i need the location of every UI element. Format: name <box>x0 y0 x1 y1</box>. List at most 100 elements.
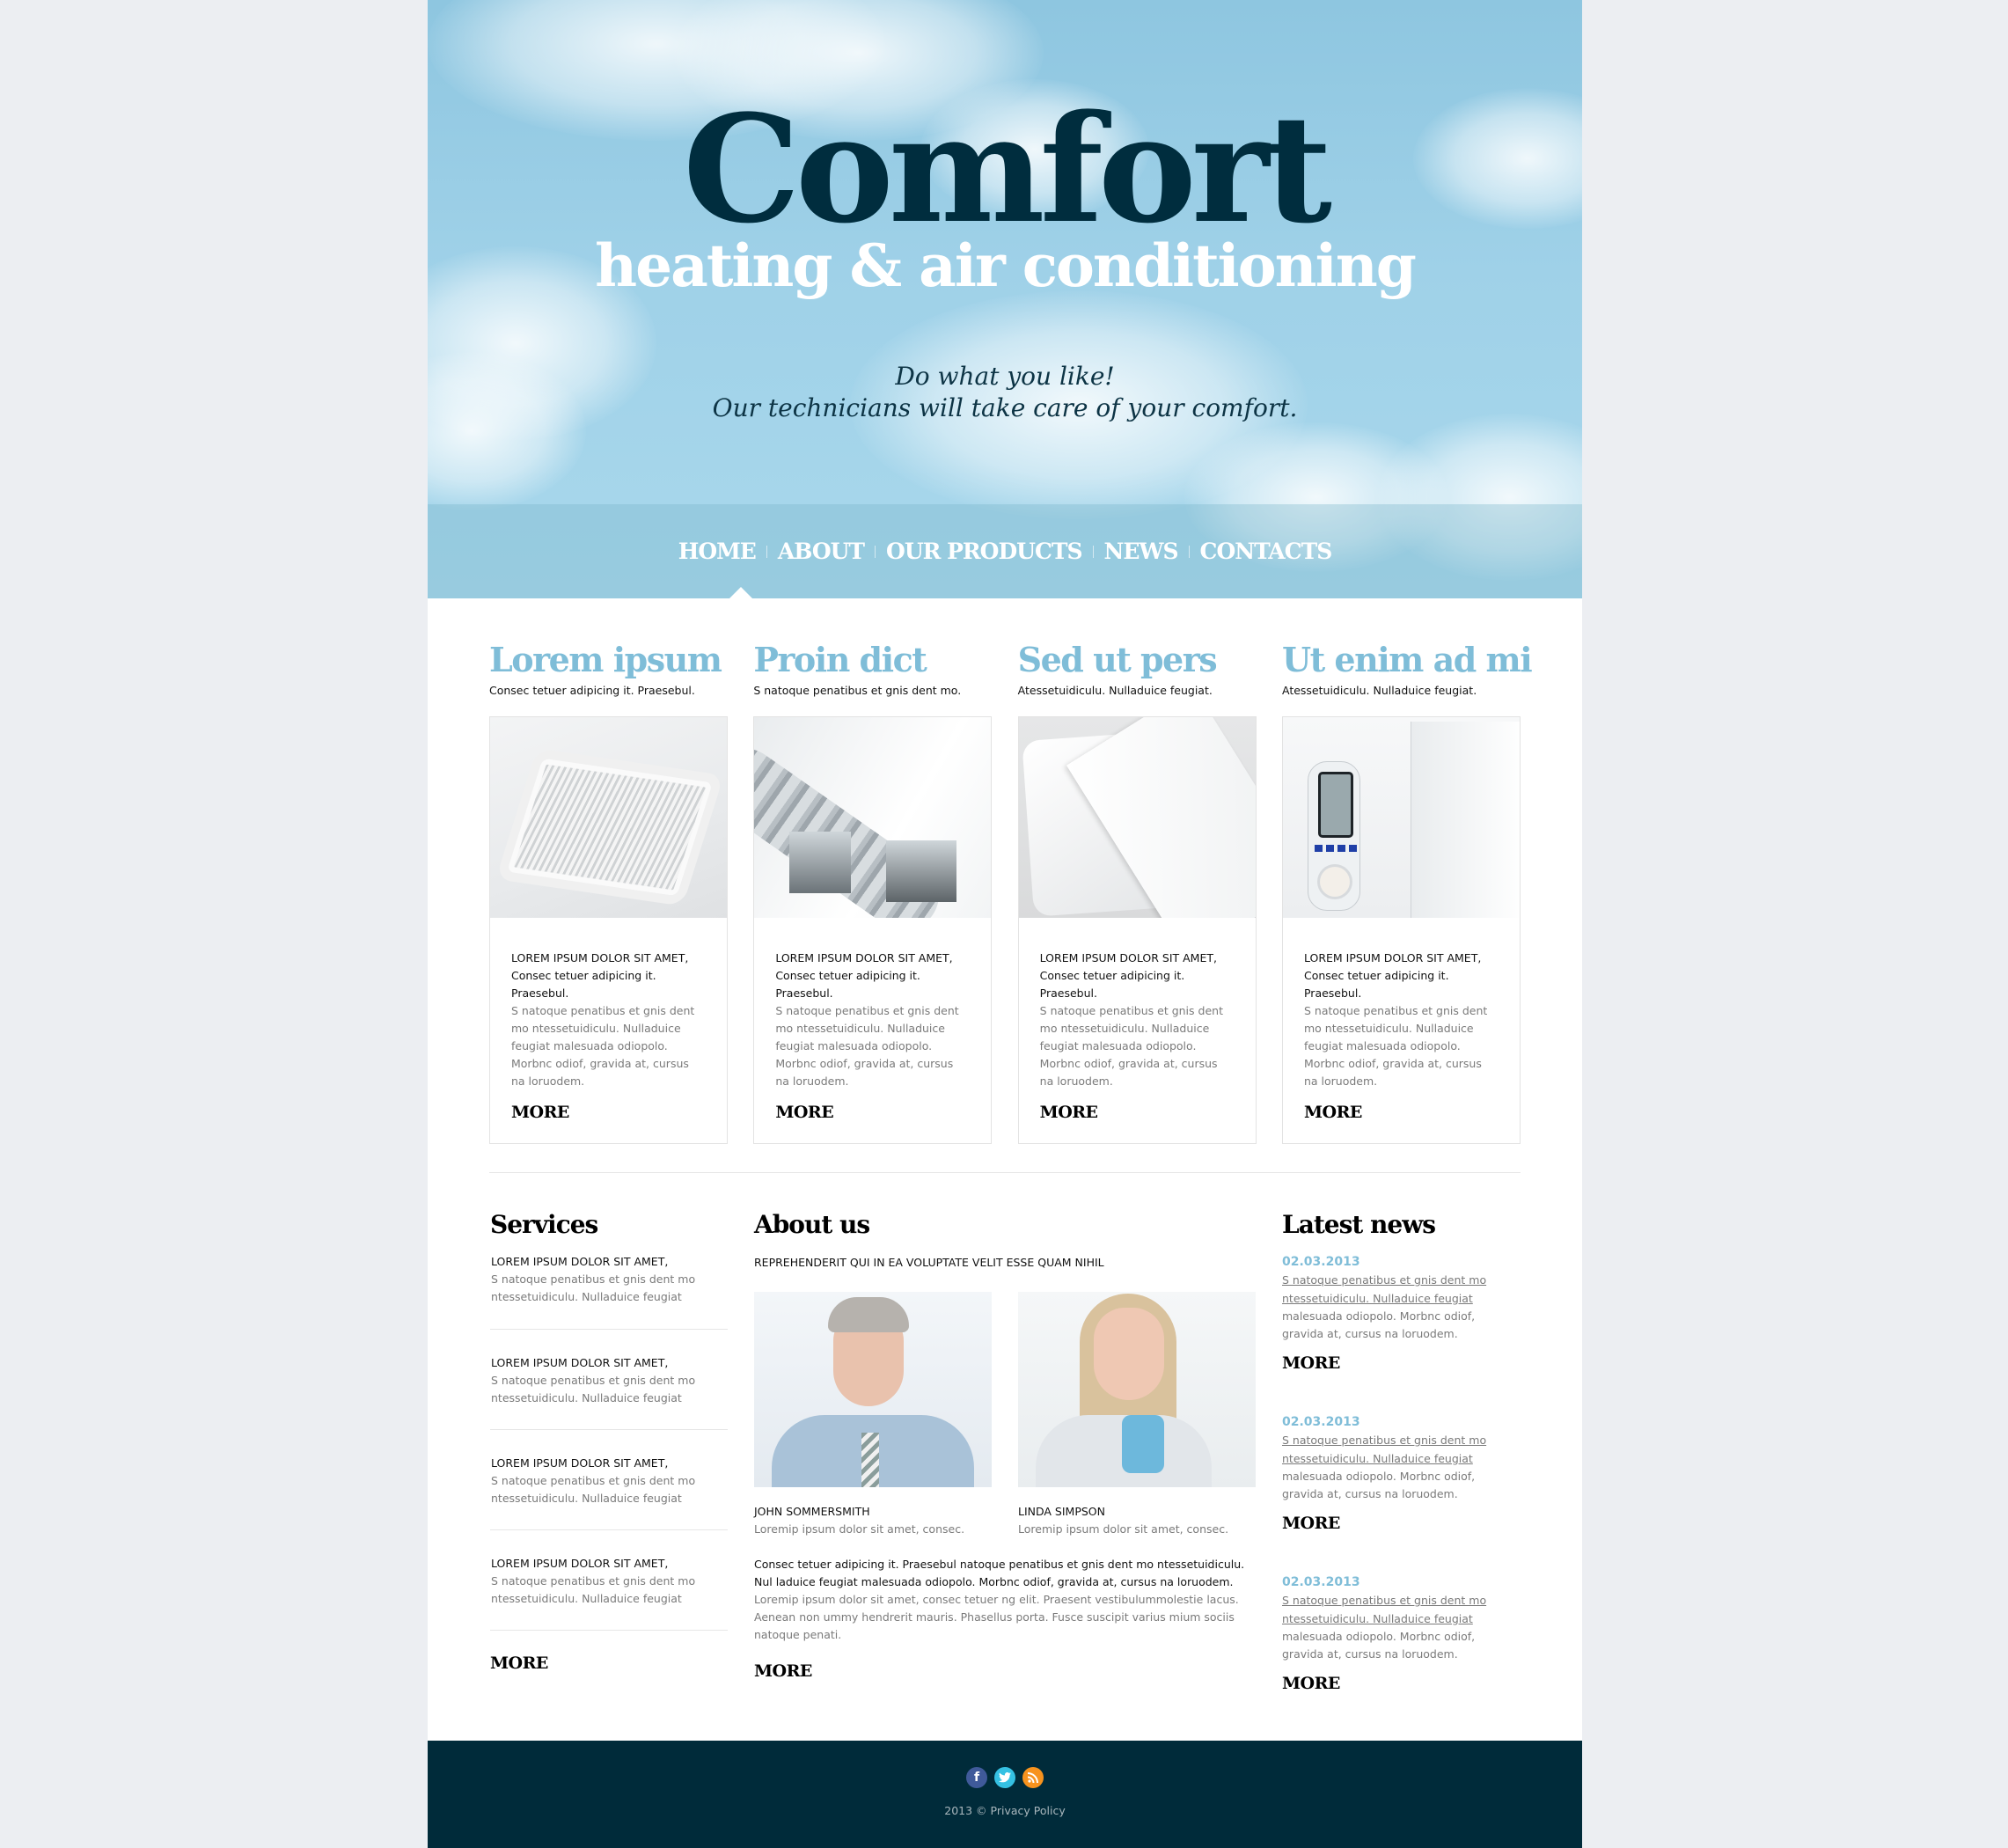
features-section: Lorem ipsum Consec tetuer adipicing it. … <box>489 639 1533 1144</box>
news-text: malesuada odiopolo. Morbnc odiof, gravid… <box>1282 1630 1476 1661</box>
feature-subtitle: Consec tetuer adipicing it. Praesebul. <box>489 684 695 697</box>
feature-body-text: S natoque penatibus et gnis dent mo ntes… <box>775 1004 959 1088</box>
more-link[interactable]: MORE <box>775 1103 833 1122</box>
twitter-icon[interactable] <box>994 1767 1015 1788</box>
news-date: 02.03.2013 <box>1282 1415 1360 1429</box>
news-text: malesuada odiopolo. Morbnc odiof, gravid… <box>1282 1470 1476 1500</box>
latest-news-section: Latest news 02.03.2013 S natoque penatib… <box>1282 1209 1520 1693</box>
about-section: About us REPREHENDERIT QUI IN EA VOLUPTA… <box>754 1209 1256 1681</box>
news-more-link[interactable]: MORE <box>1282 1674 1340 1693</box>
team-member: JOHN SOMMERSMITH Loremip ipsum dolor sit… <box>754 1292 992 1538</box>
news-date: 02.03.2013 <box>1282 1575 1360 1589</box>
news-text: malesuada odiopolo. Morbnc odiof, gravid… <box>1282 1309 1476 1340</box>
news-link[interactable]: S natoque penatibus et gnis dent mo ntes… <box>1282 1434 1486 1465</box>
feature-card: LOREM IPSUM DOLOR SIT AMET, Consec tetue… <box>489 716 728 1144</box>
services-more-link[interactable]: MORE <box>490 1654 548 1673</box>
ventilation-ducts-image[interactable] <box>754 717 992 918</box>
feature-caps: LOREM IPSUM DOLOR SIT AMET, <box>775 951 953 964</box>
service-caps: LOREM IPSUM DOLOR SIT AMET, <box>491 1557 669 1570</box>
site-logo[interactable]: Comfort <box>428 95 1582 243</box>
service-text: ntessetuidiculu. Nulladuice feugiat <box>491 1290 682 1303</box>
feature-column: Ut enim ad mi Atessetuidiculu. Nulladuic… <box>1281 639 1533 1144</box>
feature-title[interactable]: Ut enim ad mi <box>1282 639 1533 681</box>
about-title: About us <box>754 1210 870 1239</box>
service-caps: LOREM IPSUM DOLOR SIT AMET, <box>491 1356 669 1369</box>
news-link[interactable]: S natoque penatibus et gnis dent mo ntes… <box>1282 1273 1486 1305</box>
service-text: ntessetuidiculu. Nulladuice feugiat <box>491 1592 682 1605</box>
news-more-link[interactable]: MORE <box>1282 1353 1340 1373</box>
privacy-policy-link[interactable]: Privacy Policy <box>991 1804 1066 1817</box>
tagline-line-2: Our technicians will take care of your c… <box>712 393 1298 422</box>
feature-subtitle: Atessetuidiculu. Nulladuice feugiat. <box>1281 684 1477 697</box>
feature-lead: Consec tetuer adipicing it. Praesebul. <box>511 969 656 1000</box>
john-photo[interactable] <box>754 1292 992 1487</box>
news-more-link[interactable]: MORE <box>1282 1514 1340 1533</box>
linda-photo[interactable] <box>1018 1292 1256 1487</box>
feature-column: Sed ut pers Atessetuidiculu. Nulladuice … <box>1017 639 1257 1144</box>
person-name: JOHN SOMMERSMITH <box>754 1505 870 1518</box>
section-divider <box>489 1172 1521 1173</box>
ceiling-cassette-ac-image[interactable] <box>490 717 727 918</box>
service-item[interactable]: LOREM IPSUM DOLOR SIT AMET, S natoque pe… <box>490 1530 728 1631</box>
split-ac-unit-image[interactable] <box>1018 717 1256 918</box>
feature-lead: Consec tetuer adipicing it. Praesebul. <box>775 969 920 1000</box>
more-link[interactable]: MORE <box>1040 1103 1098 1122</box>
nav-contacts[interactable]: CONTACTS <box>1190 539 1343 564</box>
nav-news[interactable]: NEWS <box>1094 539 1189 564</box>
feature-title[interactable]: Lorem ipsum <box>489 639 728 681</box>
energy-meter-image[interactable] <box>1282 717 1520 918</box>
nav-about[interactable]: ABOUT <box>767 539 875 564</box>
tagline: Do what you like! Our technicians will t… <box>428 361 1582 424</box>
news-item: 02.03.2013 S natoque penatibus et gnis d… <box>1282 1253 1520 1373</box>
header-hero: Comfort heating & air conditioning Do wh… <box>428 0 1582 598</box>
copyright-year: 2013 © <box>944 1804 987 1817</box>
service-caps: LOREM IPSUM DOLOR SIT AMET, <box>491 1255 669 1268</box>
service-item[interactable]: LOREM IPSUM DOLOR SIT AMET, S natoque pe… <box>490 1330 728 1430</box>
service-text: S natoque penatibus et gnis dent mo <box>491 1474 696 1487</box>
feature-column: Lorem ipsum Consec tetuer adipicing it. … <box>489 639 728 1144</box>
news-date: 02.03.2013 <box>1282 1255 1360 1269</box>
service-text: S natoque penatibus et gnis dent mo <box>491 1374 696 1387</box>
about-text-dark: Consec tetuer adipicing it. Praesebul na… <box>754 1558 1245 1588</box>
services-title: Services <box>490 1210 598 1239</box>
main-nav: HOME ABOUT OUR PRODUCTS NEWS CONTACTS <box>428 539 1582 564</box>
facebook-icon[interactable]: f <box>966 1767 987 1788</box>
rss-icon[interactable] <box>1022 1767 1044 1788</box>
feature-card: LOREM IPSUM DOLOR SIT AMET, Consec tetue… <box>1281 716 1521 1144</box>
person-description: Loremip ipsum dolor sit amet, consec. <box>754 1522 965 1536</box>
feature-lead: Consec tetuer adipicing it. Praesebul. <box>1303 969 1449 1000</box>
about-caps-line: REPREHENDERIT QUI IN EA VOLUPTATE VELIT … <box>754 1256 1104 1269</box>
about-text-muted: Loremip ipsum dolor sit amet, consec tet… <box>754 1593 1239 1641</box>
feature-title[interactable]: Sed ut pers <box>1018 639 1257 681</box>
feature-caps: LOREM IPSUM DOLOR SIT AMET, <box>511 951 689 964</box>
service-text: ntessetuidiculu. Nulladuice feugiat <box>491 1492 682 1505</box>
site-subtitle: heating & air conditioning <box>595 231 1417 300</box>
feature-card: LOREM IPSUM DOLOR SIT AMET, Consec tetue… <box>1017 716 1257 1144</box>
feature-card: LOREM IPSUM DOLOR SIT AMET, Consec tetue… <box>753 716 993 1144</box>
feature-body-text: S natoque penatibus et gnis dent mo ntes… <box>1303 1004 1488 1088</box>
more-link[interactable]: MORE <box>511 1103 569 1122</box>
feature-subtitle: S natoque penatibus et gnis dent mo. <box>753 684 962 697</box>
about-paragraph: Consec tetuer adipicing it. Praesebul na… <box>754 1556 1256 1644</box>
about-more-link[interactable]: MORE <box>754 1661 812 1681</box>
news-title: Latest news <box>1282 1210 1436 1239</box>
service-item[interactable]: LOREM IPSUM DOLOR SIT AMET, S natoque pe… <box>490 1253 728 1330</box>
service-text: S natoque penatibus et gnis dent mo <box>491 1272 696 1286</box>
more-link[interactable]: MORE <box>1304 1103 1362 1122</box>
person-name: LINDA SIMPSON <box>1018 1505 1105 1518</box>
copyright: 2013 © Privacy Policy <box>428 1804 1582 1817</box>
services-section: Services LOREM IPSUM DOLOR SIT AMET, S n… <box>490 1209 728 1673</box>
feature-body-text: S natoque penatibus et gnis dent mo ntes… <box>1039 1004 1223 1088</box>
service-text: ntessetuidiculu. Nulladuice feugiat <box>491 1391 682 1404</box>
feature-body-text: S natoque penatibus et gnis dent mo ntes… <box>511 1004 695 1088</box>
nav-our-products[interactable]: OUR PRODUCTS <box>876 539 1092 564</box>
feature-lead: Consec tetuer adipicing it. Praesebul. <box>1039 969 1185 1000</box>
feature-column: Proin dict S natoque penatibus et gnis d… <box>753 639 993 1144</box>
news-link[interactable]: S natoque penatibus et gnis dent mo ntes… <box>1282 1594 1486 1625</box>
social-links: f <box>428 1767 1582 1788</box>
service-text: S natoque penatibus et gnis dent mo <box>491 1574 696 1588</box>
feature-title[interactable]: Proin dict <box>753 639 992 681</box>
nav-home[interactable]: HOME <box>668 539 766 564</box>
service-item[interactable]: LOREM IPSUM DOLOR SIT AMET, S natoque pe… <box>490 1430 728 1530</box>
active-nav-indicator <box>729 587 752 598</box>
